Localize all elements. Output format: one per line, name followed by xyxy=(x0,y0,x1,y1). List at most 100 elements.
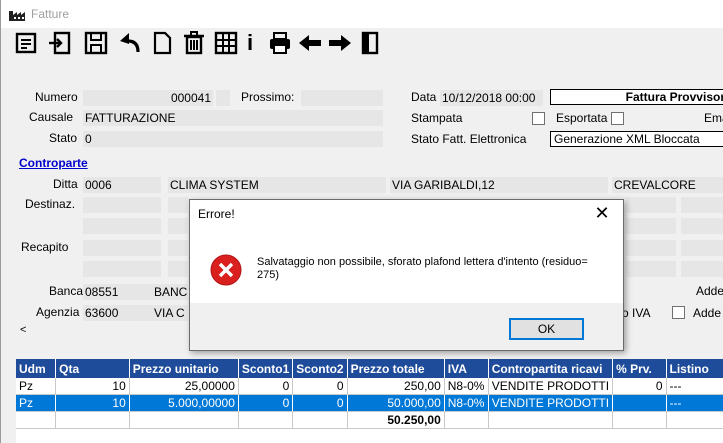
ditta-address-field[interactable]: VIA GARIBALDI,12 xyxy=(390,177,608,193)
next-icon xyxy=(329,35,351,51)
factory-icon xyxy=(9,11,25,21)
ditta-city-field[interactable]: CREVALCORE xyxy=(612,177,723,193)
cell-iva[interactable]: N8-0% xyxy=(444,394,489,412)
destinaz-field-3[interactable] xyxy=(168,218,188,234)
recapito-field-7[interactable] xyxy=(681,261,723,277)
cell-prezzo-unitario[interactable]: 5.000,00000 xyxy=(129,394,239,412)
print-icon xyxy=(270,32,290,54)
cell-qta[interactable]: 10 xyxy=(55,378,130,395)
destinaz-field-5[interactable] xyxy=(681,197,723,213)
agenzia-label: Agenzia xyxy=(36,305,80,319)
table-row-selected[interactable]: Pz 10 5.000,00000 0 0 50.000,00 N8-0% VE… xyxy=(16,394,723,412)
grid-button[interactable] xyxy=(213,30,239,56)
invoice-lines-grid: Udm Qta Prezzo unitario Sconto1 Sconto2 … xyxy=(16,359,723,443)
col-iva[interactable]: IVA xyxy=(444,359,489,378)
grid-icon xyxy=(214,31,238,55)
ditta-code-field[interactable]: 0006 xyxy=(83,177,161,193)
controparte-link[interactable]: Controparte xyxy=(19,156,88,170)
list-icon xyxy=(15,32,37,54)
new-button[interactable] xyxy=(149,30,175,56)
ditta-label: Ditta xyxy=(53,177,78,191)
info-button[interactable]: i xyxy=(243,30,257,56)
agenzia-code-field[interactable]: 63600 xyxy=(83,305,161,321)
cell-contropartita[interactable]: VENDITE PRODOTTI xyxy=(488,394,614,412)
error-message: Salvataggio non possibile, sforato plafo… xyxy=(257,256,588,281)
cell-udm[interactable]: Pz xyxy=(16,378,57,395)
save-button[interactable] xyxy=(83,30,109,56)
cell-contropartita[interactable]: VENDITE PRODOTTI xyxy=(488,378,614,395)
col-sconto1[interactable]: Sconto1 xyxy=(238,359,294,378)
numero-field[interactable]: 000041 xyxy=(83,90,213,106)
recapito-field-2[interactable] xyxy=(83,261,161,277)
cell-prezzo-unitario[interactable]: 25,00000 xyxy=(129,378,239,395)
open-button[interactable] xyxy=(47,30,73,56)
recapito-name-field[interactable] xyxy=(168,240,188,256)
data-field[interactable]: 10/12/2018 00:00 xyxy=(440,90,543,106)
cell-prv[interactable] xyxy=(612,394,667,412)
banca-code-field[interactable]: 08551 xyxy=(83,284,161,300)
recapito-code-field[interactable] xyxy=(83,240,161,256)
cell-prv[interactable]: 0 xyxy=(612,378,667,395)
recapito-field-5[interactable] xyxy=(681,240,723,256)
invoice-lines-table: Udm Qta Prezzo unitario Sconto1 Sconto2 … xyxy=(16,359,723,429)
cell-prezzo-totale[interactable]: 250,00 xyxy=(347,378,445,395)
col-prezzo-unitario[interactable]: Prezzo unitario xyxy=(129,359,239,378)
dialog-footer: OK xyxy=(190,303,623,350)
undo-button[interactable] xyxy=(117,30,143,56)
esportata-checkbox[interactable] xyxy=(611,112,624,125)
agenzia-name-field[interactable]: VIA C xyxy=(152,305,188,321)
destinaz-field-2[interactable] xyxy=(83,218,161,234)
recapito-field-4[interactable] xyxy=(626,240,676,256)
destinaz-field-6[interactable] xyxy=(626,218,676,234)
col-qta[interactable]: Qta xyxy=(55,359,130,378)
cell-udm[interactable]: Pz xyxy=(16,394,57,412)
col-udm[interactable]: Udm xyxy=(16,359,57,378)
cell-prezzo-totale[interactable]: 50.000,00 xyxy=(347,394,445,412)
table-row[interactable]: Pz 10 25,00000 0 0 250,00 N8-0% VENDITE … xyxy=(16,378,723,395)
cell-qta[interactable]: 10 xyxy=(55,394,130,412)
ditta-name-field[interactable]: CLIMA SYSTEM xyxy=(168,177,386,193)
destinaz-field-4[interactable] xyxy=(626,197,676,213)
cell-sconto1[interactable]: 0 xyxy=(238,394,294,412)
cell-sconto2[interactable]: 0 xyxy=(292,378,348,395)
causale-field[interactable]: FATTURAZIONE xyxy=(83,110,383,126)
col-sconto2[interactable]: Sconto2 xyxy=(292,359,348,378)
destinaz-field-7[interactable] xyxy=(681,218,723,234)
col-contropartita[interactable]: Contropartita ricavi xyxy=(488,359,614,378)
list-button[interactable] xyxy=(13,30,39,56)
prev-icon xyxy=(299,35,321,51)
cell-sconto1[interactable]: 0 xyxy=(238,378,294,395)
cell-iva[interactable]: N8-0% xyxy=(444,378,489,395)
adde-checkbox[interactable] xyxy=(672,306,685,319)
ok-button[interactable]: OK xyxy=(509,318,584,340)
email-label: Emai xyxy=(704,111,723,125)
info-icon: i xyxy=(246,30,254,55)
recapito-field-6[interactable] xyxy=(626,261,676,277)
delete-icon xyxy=(184,31,204,55)
recapito-field-3[interactable] xyxy=(168,261,188,277)
next-button[interactable] xyxy=(327,30,353,56)
prossimo-field[interactable] xyxy=(301,90,383,106)
error-icon xyxy=(210,254,242,286)
col-prv[interactable]: % Prv. xyxy=(612,359,667,378)
error-dialog: Errore! ✕ Salvataggio non possibile, sfo… xyxy=(189,199,624,351)
delete-button[interactable] xyxy=(181,30,207,56)
banca-name-field[interactable]: BANC xyxy=(152,284,188,300)
cell-listino[interactable]: --- xyxy=(666,394,723,412)
exit-button[interactable] xyxy=(357,30,383,56)
stampata-checkbox[interactable] xyxy=(532,112,545,125)
stato-field[interactable]: 0 xyxy=(83,131,383,147)
iva-label: o IVA xyxy=(622,306,651,320)
prev-button[interactable] xyxy=(297,30,323,56)
col-listino[interactable]: Listino xyxy=(666,359,723,378)
close-icon[interactable]: ✕ xyxy=(593,203,611,224)
cell-listino[interactable]: --- xyxy=(666,378,723,395)
print-button[interactable] xyxy=(267,30,293,56)
scroll-left-icon[interactable]: < xyxy=(20,324,26,336)
col-prezzo-totale[interactable]: Prezzo totale xyxy=(347,359,445,378)
cell-sconto2[interactable]: 0 xyxy=(292,394,348,412)
stampata-label: Stampata xyxy=(411,111,463,125)
destinaz-code-field[interactable] xyxy=(83,197,161,213)
destinaz-name-field[interactable] xyxy=(168,197,188,213)
numero-spin[interactable] xyxy=(216,90,230,106)
